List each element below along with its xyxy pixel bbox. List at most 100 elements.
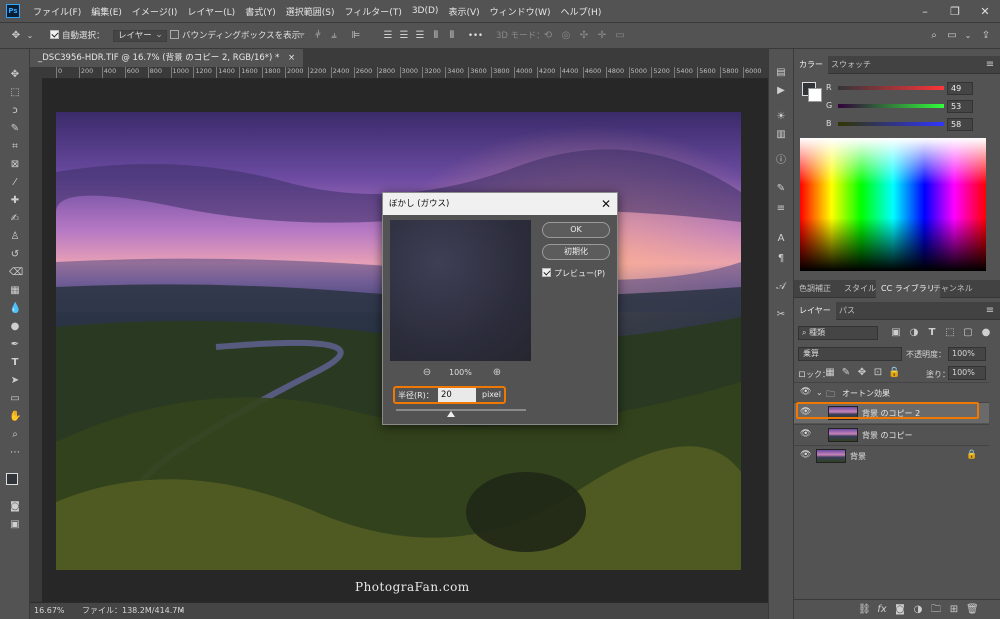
fill-input[interactable]: 100% (948, 366, 986, 380)
more-options-icon[interactable]: ••• (468, 29, 483, 43)
filter-toggle-icon[interactable]: ● (980, 327, 992, 339)
move-tool-icon[interactable]: ✥ (10, 30, 22, 42)
radius-slider[interactable] (396, 409, 526, 411)
brushes-icon[interactable]: ✎ (775, 183, 787, 195)
eraser-tool-icon[interactable]: ⌫ (9, 267, 23, 279)
filter-smart-object-icon[interactable]: ▢ (962, 327, 974, 339)
glyphs-icon[interactable]: 𝒜 (775, 281, 787, 293)
lock-artboard-icon[interactable]: ⊡ (872, 367, 884, 379)
auto-select-checkbox[interactable]: 自動選択： (50, 29, 105, 43)
type-tool-icon[interactable]: T (9, 357, 21, 369)
search-icon[interactable]: ⌕ (928, 30, 940, 42)
close-tab-icon[interactable]: × (288, 53, 295, 63)
quick-select-tool-icon[interactable]: ✎ (9, 123, 21, 135)
align-bottom-icon[interactable]: ⫨ (328, 30, 340, 42)
r-value[interactable]: 49 (947, 82, 973, 95)
share-icon[interactable]: ⇪ (980, 30, 992, 42)
link-icon[interactable]: ⛓ (858, 604, 871, 616)
brush-tool-icon[interactable]: ✍ (9, 213, 21, 225)
healing-brush-tool-icon[interactable]: ✚ (9, 195, 21, 207)
lock-transparent-icon[interactable]: ▦ (824, 367, 836, 379)
lasso-tool-icon[interactable]: ↄ (9, 105, 21, 117)
ruler-origin[interactable] (30, 67, 42, 79)
g-value[interactable]: 53 (947, 100, 973, 113)
zoom-out-icon[interactable]: ⊖ (421, 367, 433, 379)
3d-roll-icon[interactable]: ◎ (560, 30, 572, 42)
opacity-input[interactable]: 100% (948, 347, 986, 361)
pen-tool-icon[interactable]: ✒ (9, 339, 21, 351)
background-color-swatch[interactable] (808, 88, 822, 102)
layer-row-background[interactable]: 👁 背景 🔒 (794, 445, 989, 466)
eyedropper-tool-icon[interactable]: ⁄ (9, 177, 21, 189)
quick-mask-icon[interactable]: ◙ (9, 501, 21, 513)
menu-3d[interactable]: 3D(D) (407, 6, 444, 16)
new-layer-icon[interactable]: ⊞ (948, 604, 960, 616)
visibility-eye-icon[interactable]: 👁 (800, 387, 811, 397)
edit-toolbar-icon[interactable]: ⋯ (9, 447, 21, 459)
distribute-bottom-icon[interactable]: ☰ (414, 30, 426, 42)
distribute-left-icon[interactable]: ⦀ (430, 30, 442, 42)
menu-select[interactable]: 選択範囲(S) (281, 5, 340, 18)
histogram-icon[interactable]: ▥ (775, 129, 787, 141)
visibility-eye-icon[interactable]: 👁 (800, 429, 811, 439)
group-expand-icon[interactable]: ⌄ (816, 388, 823, 397)
workspace-chevron-icon[interactable]: ⌄ (962, 30, 974, 42)
paragraph-icon[interactable]: ¶ (775, 253, 787, 265)
layers-menu-icon[interactable]: ≡ (984, 305, 996, 317)
ok-button[interactable]: OK (542, 222, 610, 238)
marquee-tool-icon[interactable]: ⬚ (9, 87, 21, 99)
b-value[interactable]: 58 (947, 118, 973, 131)
3d-slide-icon[interactable]: ✛ (596, 30, 608, 42)
menu-help[interactable]: ヘルプ(H) (556, 5, 607, 18)
lock-image-icon[interactable]: ✎ (840, 367, 852, 379)
filter-shape-icon[interactable]: ⬚ (944, 327, 956, 339)
distribute-right-icon[interactable]: ⦀ (446, 30, 458, 42)
distribute-middle-icon[interactable]: ☰ (398, 30, 410, 42)
preview-checkbox[interactable]: プレビュー(P) (542, 268, 605, 279)
folder-icon[interactable]: 🗀 (930, 604, 942, 616)
menu-layer[interactable]: レイヤー(L) (182, 5, 240, 18)
stamp-tool-icon[interactable]: ♙ (9, 231, 21, 243)
character-icon[interactable]: A (775, 233, 787, 245)
filter-type-icon[interactable]: T (926, 327, 938, 339)
gradient-tool-icon[interactable]: ▦ (9, 285, 21, 297)
mask-icon[interactable]: ◙ (894, 604, 906, 616)
tab-adjustments[interactable]: 色調補正 (794, 280, 836, 298)
history-icon[interactable]: ▤ (775, 67, 787, 79)
visibility-eye-icon[interactable]: 👁 (800, 450, 811, 460)
brightness-icon[interactable]: ☀ (775, 111, 787, 123)
menu-edit[interactable]: 編集(E) (86, 5, 127, 18)
workspace-icon[interactable]: ▭ (946, 30, 958, 42)
menu-filter[interactable]: フィルター(T) (339, 5, 406, 18)
zoom-in-icon[interactable]: ⊕ (491, 367, 503, 379)
filter-adjustment-icon[interactable]: ◑ (908, 327, 920, 339)
menu-image[interactable]: イメージ(I) (127, 5, 183, 18)
foreground-color-swatch[interactable] (6, 473, 18, 485)
close-icon[interactable]: ✕ (601, 193, 611, 215)
layer-row[interactable]: 👁 背景 のコピー (794, 424, 989, 445)
blend-mode-dropdown[interactable]: 乗算 (798, 347, 902, 361)
3d-orbit-icon[interactable]: ⟲ (542, 30, 554, 42)
fx-icon[interactable]: fx (876, 604, 888, 616)
tab-styles[interactable]: スタイル (839, 280, 881, 298)
tab-swatches[interactable]: スウォッチ (826, 56, 876, 74)
panel-menu-icon[interactable]: ≡ (984, 59, 996, 71)
layer-kind-filter[interactable]: ⌕ 種類 (798, 326, 878, 340)
trash-icon[interactable]: 🗑 (966, 604, 979, 616)
path-select-tool-icon[interactable]: ➤ (9, 375, 21, 387)
color-spectrum[interactable] (800, 138, 986, 271)
adjustment-icon[interactable]: ◑ (912, 604, 924, 616)
tab-layers[interactable]: レイヤー (794, 302, 836, 320)
g-slider[interactable] (838, 104, 944, 108)
menu-view[interactable]: 表示(V) (443, 5, 484, 18)
tab-channels[interactable]: チャンネル (928, 280, 978, 298)
screen-mode-icon[interactable]: ▣ (9, 519, 21, 531)
minimize-icon[interactable]: – (910, 0, 940, 22)
zoom-tool-icon[interactable]: ⌕ (9, 429, 21, 441)
b-slider[interactable] (838, 122, 944, 126)
menu-file[interactable]: ファイル(F) (28, 5, 86, 18)
chevron-down-icon[interactable]: ⌄ (24, 30, 36, 42)
r-slider[interactable] (838, 86, 944, 90)
auto-select-dropdown[interactable]: レイヤー (113, 30, 167, 42)
reset-button[interactable]: 初期化 (542, 244, 610, 260)
